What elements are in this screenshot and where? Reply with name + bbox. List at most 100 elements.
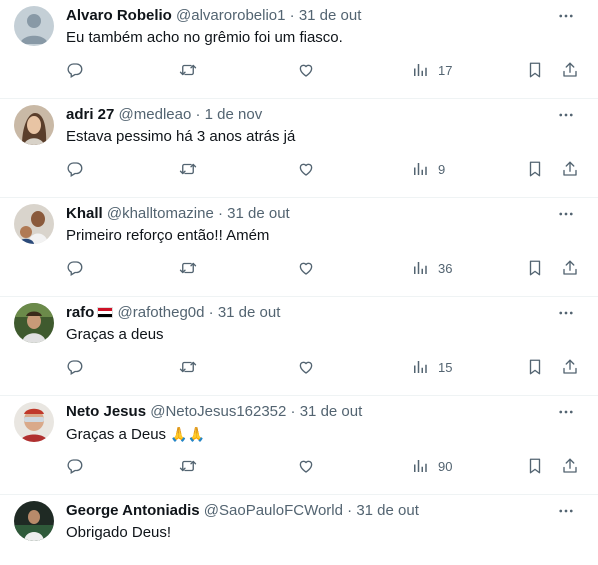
user-handle[interactable]: @rafotheg0d (118, 304, 205, 321)
share-icon (563, 458, 577, 473)
default-avatar-icon (14, 6, 54, 46)
share-button[interactable] (561, 159, 579, 179)
separator: · (289, 7, 295, 24)
tweet-header: Khall @khalltomazine · 31 de out (66, 204, 558, 224)
photo-avatar-icon (14, 303, 54, 343)
display-name[interactable]: adri 27 (66, 106, 114, 123)
more-icon[interactable] (556, 105, 576, 125)
views-button[interactable]: 17 (411, 60, 452, 80)
separator: · (195, 106, 201, 123)
more-icon[interactable] (556, 402, 576, 422)
views-button[interactable]: 9 (411, 159, 445, 179)
display-name[interactable]: Khall (66, 205, 103, 222)
share-icon (563, 62, 577, 77)
timestamp[interactable]: 31 de out (300, 403, 363, 420)
timestamp[interactable]: 31 de out (218, 304, 281, 321)
like-button[interactable] (297, 60, 315, 80)
tweet[interactable]: George Antoniadis @SaoPauloFCWorld · 31 … (0, 495, 598, 565)
views-button[interactable]: 15 (411, 357, 452, 377)
retweet-button[interactable] (179, 258, 197, 278)
reply-button[interactable] (66, 357, 84, 377)
more-icon[interactable] (556, 204, 576, 224)
tweet-text: Estava pessimo há 3 anos atrás já (66, 128, 296, 145)
reply-icon (67, 360, 83, 375)
more-icon[interactable] (556, 303, 576, 323)
like-button[interactable] (297, 159, 315, 179)
views-button[interactable]: 90 (411, 456, 452, 476)
action-bar: 9 (66, 155, 586, 183)
avatar[interactable] (14, 402, 54, 442)
bookmark-button[interactable] (526, 357, 544, 377)
retweet-button[interactable] (179, 159, 197, 179)
share-icon (563, 359, 577, 374)
photo-avatar-icon (14, 501, 54, 541)
tweet[interactable]: adri 27 @medleao · 1 de nov Estava pessi… (0, 99, 598, 198)
retweet-button[interactable] (179, 357, 197, 377)
like-icon (299, 163, 313, 176)
reply-button[interactable] (66, 258, 84, 278)
tweet-header: Neto Jesus @NetoJesus162352 · 31 de out (66, 402, 558, 422)
tweet-text: Obrigado Deus! (66, 524, 172, 541)
user-handle[interactable]: @SaoPauloFCWorld (204, 502, 343, 519)
avatar[interactable] (14, 303, 54, 343)
timestamp[interactable]: 31 de out (299, 7, 362, 24)
retweet-icon (179, 460, 197, 472)
photo-avatar-icon (14, 402, 54, 442)
tweet[interactable]: rafo @rafotheg0d · 31 de out Graças a de… (0, 297, 598, 396)
photo-avatar-icon (14, 204, 54, 244)
tweet-text: Graças a Deus 🙏🙏 (66, 424, 578, 445)
tweet[interactable]: Khall @khalltomazine · 31 de out Primeir… (0, 198, 598, 297)
display-name[interactable]: George Antoniadis (66, 502, 200, 519)
reply-icon (67, 162, 83, 177)
timestamp[interactable]: 31 de out (227, 205, 290, 222)
share-button[interactable] (561, 456, 579, 476)
action-bar: 17 (66, 56, 586, 84)
bookmark-button[interactable] (526, 258, 544, 278)
timestamp[interactable]: 1 de nov (205, 106, 263, 123)
action-bar: 15 (66, 353, 586, 381)
views-button[interactable]: 36 (411, 258, 452, 278)
views-count: 15 (438, 359, 453, 375)
avatar[interactable] (14, 204, 54, 244)
tweet[interactable]: Neto Jesus @NetoJesus162352 · 31 de out … (0, 396, 598, 495)
display-name[interactable]: Neto Jesus (66, 403, 146, 420)
bookmark-button[interactable] (526, 456, 544, 476)
reply-button[interactable] (66, 159, 84, 179)
like-button[interactable] (297, 357, 315, 377)
retweet-button[interactable] (179, 60, 197, 80)
display-name[interactable]: Alvaro Robelio (66, 7, 172, 24)
views-count: 17 (438, 62, 453, 78)
avatar[interactable] (14, 6, 54, 46)
share-button[interactable] (561, 357, 579, 377)
retweet-icon (179, 163, 197, 175)
bookmark-button[interactable] (526, 60, 544, 80)
like-button[interactable] (297, 258, 315, 278)
avatar[interactable] (14, 501, 54, 541)
reply-button[interactable] (66, 60, 84, 80)
more-icon[interactable] (556, 6, 576, 26)
user-handle[interactable]: @khalltomazine (107, 205, 214, 222)
bookmark-button[interactable] (526, 159, 544, 179)
timestamp[interactable]: 31 de out (356, 502, 419, 519)
views-count: 90 (438, 458, 453, 474)
more-icon[interactable] (556, 501, 576, 521)
photo-avatar-icon (14, 105, 54, 145)
bookmark-icon (529, 62, 541, 78)
separator: · (217, 205, 223, 222)
user-handle[interactable]: @NetoJesus162352 (150, 403, 286, 420)
like-button[interactable] (297, 456, 315, 476)
tweet-header: adri 27 @medleao · 1 de nov (66, 105, 558, 125)
tweet-text: Graças a deus (66, 326, 164, 343)
user-handle[interactable]: @medleao (119, 106, 192, 123)
retweet-button[interactable] (179, 456, 197, 476)
avatar[interactable] (14, 105, 54, 145)
reply-button[interactable] (66, 456, 84, 476)
display-name[interactable]: rafo (66, 304, 94, 321)
action-bar: 36 (66, 254, 586, 282)
tweet-header: Alvaro Robelio @alvarorobelio1 · 31 de o… (66, 6, 558, 26)
share-button[interactable] (561, 60, 579, 80)
share-button[interactable] (561, 258, 579, 278)
like-icon (299, 361, 313, 374)
user-handle[interactable]: @alvarorobelio1 (176, 7, 285, 24)
tweet[interactable]: Alvaro Robelio @alvarorobelio1 · 31 de o… (0, 0, 598, 99)
